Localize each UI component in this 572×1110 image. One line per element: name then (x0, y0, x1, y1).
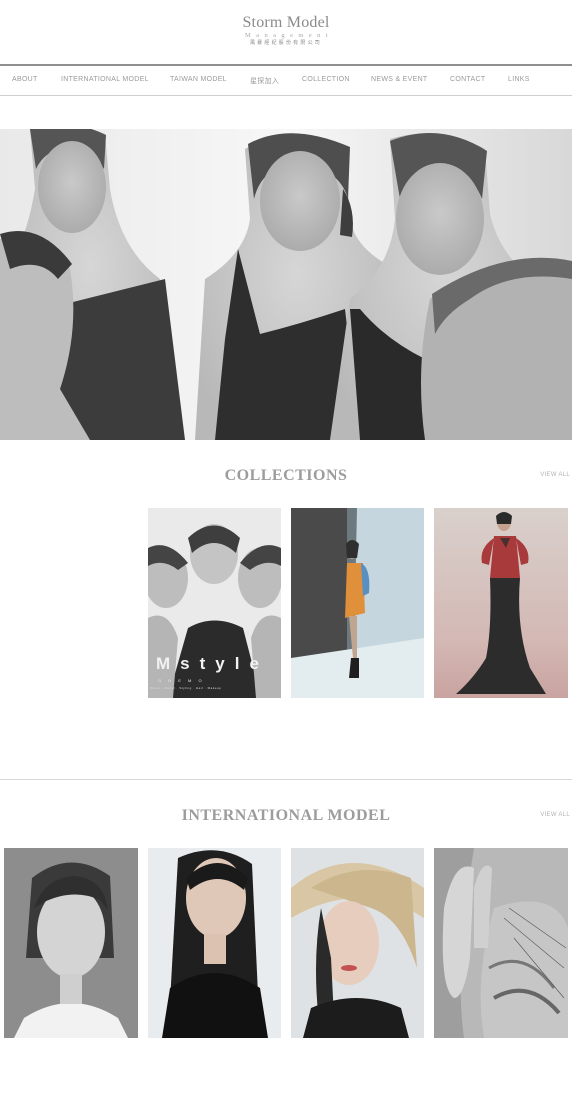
collection-cover-subtitle: O N E M O (158, 678, 205, 683)
hero-image (0, 129, 572, 440)
section-divider (0, 779, 572, 780)
collection-card-red-top[interactable] (434, 508, 568, 698)
nav-item-taiwan-model[interactable]: TAIWAN MODEL (170, 76, 227, 83)
nav-item-news-event[interactable]: NEWS & EVENT (371, 76, 428, 83)
site-header: Storm Model Management 風暴經紀股份有限公司 (0, 0, 572, 64)
brand-sub: Management (245, 32, 333, 39)
nav-item-about[interactable]: ABOUT (12, 76, 38, 83)
model-portrait-1 (4, 848, 138, 1038)
model-card-4[interactable] (434, 848, 568, 1038)
hero-banner[interactable] (0, 129, 572, 440)
collection-cover-credits: Photo · Model · Styling · Hair · Makeup (150, 686, 222, 690)
brand-chinese: 風暴經紀股份有限公司 (249, 40, 322, 46)
model-portrait-4 (434, 848, 568, 1038)
collection-image-red-top (434, 508, 568, 698)
international-title: INTERNATIONAL MODEL (181, 807, 391, 824)
model-portrait-2 (148, 848, 281, 1038)
brand-logo[interactable]: Storm Model Management 風暴經紀股份有限公司 (236, 14, 336, 48)
nav-item-scout[interactable]: 星探加入 (250, 76, 279, 86)
nav-item-collection[interactable]: COLLECTION (302, 76, 350, 83)
nav-item-links[interactable]: LINKS (508, 76, 530, 83)
collections-title: COLLECTIONS (224, 467, 348, 484)
model-card-3[interactable] (291, 848, 424, 1038)
collections-view-all-link[interactable]: VIEW ALL (540, 472, 570, 478)
nav-item-international-model[interactable]: INTERNATIONAL MODEL (61, 76, 149, 83)
model-portrait-3 (291, 848, 424, 1038)
collection-image-orange-dress (291, 508, 424, 698)
brand-name: Storm Model (242, 14, 330, 31)
collection-card-mstyle[interactable]: Mstyle O N E M O Photo · Model · Styling… (148, 508, 281, 698)
international-view-all-link[interactable]: VIEW ALL (540, 812, 570, 818)
nav-item-contact[interactable]: CONTACT (450, 76, 485, 83)
main-nav: ABOUT INTERNATIONAL MODEL TAIWAN MODEL 星… (0, 64, 572, 96)
collection-cover-title: Mstyle (156, 654, 269, 673)
model-card-2[interactable] (148, 848, 281, 1038)
collection-card-orange-dress[interactable] (291, 508, 424, 698)
model-card-1[interactable] (4, 848, 138, 1038)
